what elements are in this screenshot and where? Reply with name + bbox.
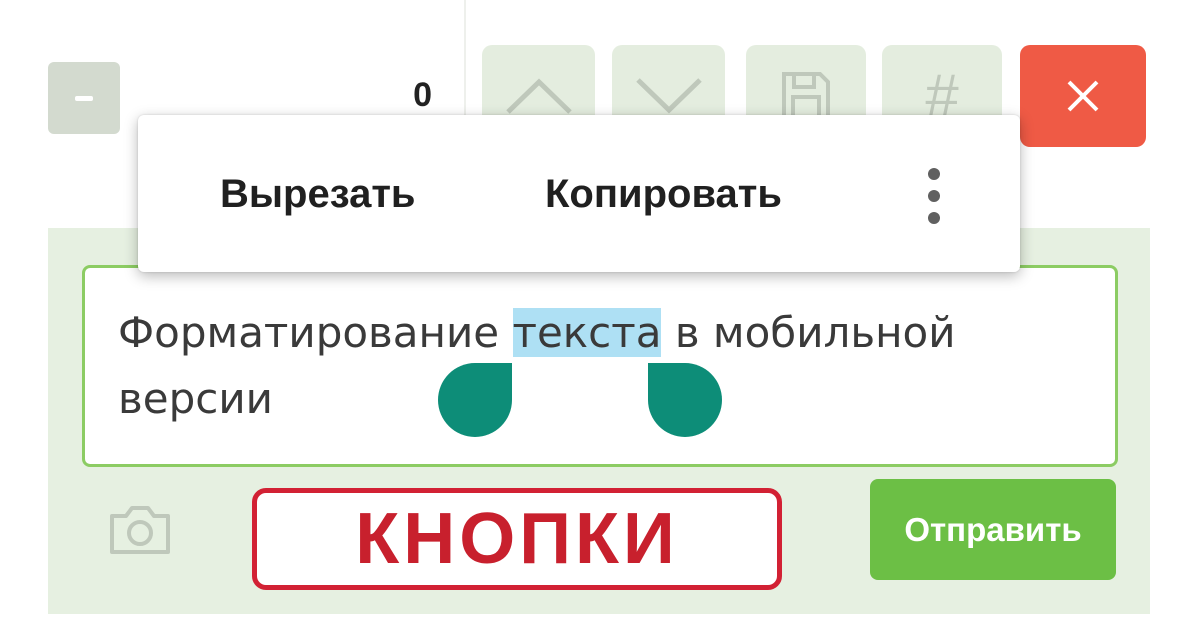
selected-text[interactable]: текста <box>512 308 662 357</box>
selection-start-handle[interactable] <box>438 363 512 437</box>
buttons-caption-box: КНОПКИ <box>252 488 782 590</box>
counter-value: 0 <box>413 76 432 114</box>
close-icon <box>1067 80 1099 112</box>
copy-menu-item[interactable]: Копировать <box>545 172 782 217</box>
text-before-selection: Форматирование <box>118 308 513 357</box>
more-options-icon[interactable] <box>922 168 946 224</box>
minus-icon <box>75 95 93 101</box>
decrement-button[interactable] <box>48 62 120 134</box>
message-text[interactable]: Форматирование текста в мобильной версии <box>118 300 1018 432</box>
camera-icon[interactable] <box>108 502 172 561</box>
selection-end-handle[interactable] <box>648 363 722 437</box>
chevron-up-icon <box>505 78 572 114</box>
cut-menu-item[interactable]: Вырезать <box>220 172 416 217</box>
buttons-caption: КНОПКИ <box>355 499 679 579</box>
send-button-label: Отправить <box>904 510 1082 548</box>
send-button[interactable]: Отправить <box>870 479 1116 580</box>
close-button[interactable] <box>1020 45 1146 147</box>
chevron-down-icon <box>635 78 702 114</box>
